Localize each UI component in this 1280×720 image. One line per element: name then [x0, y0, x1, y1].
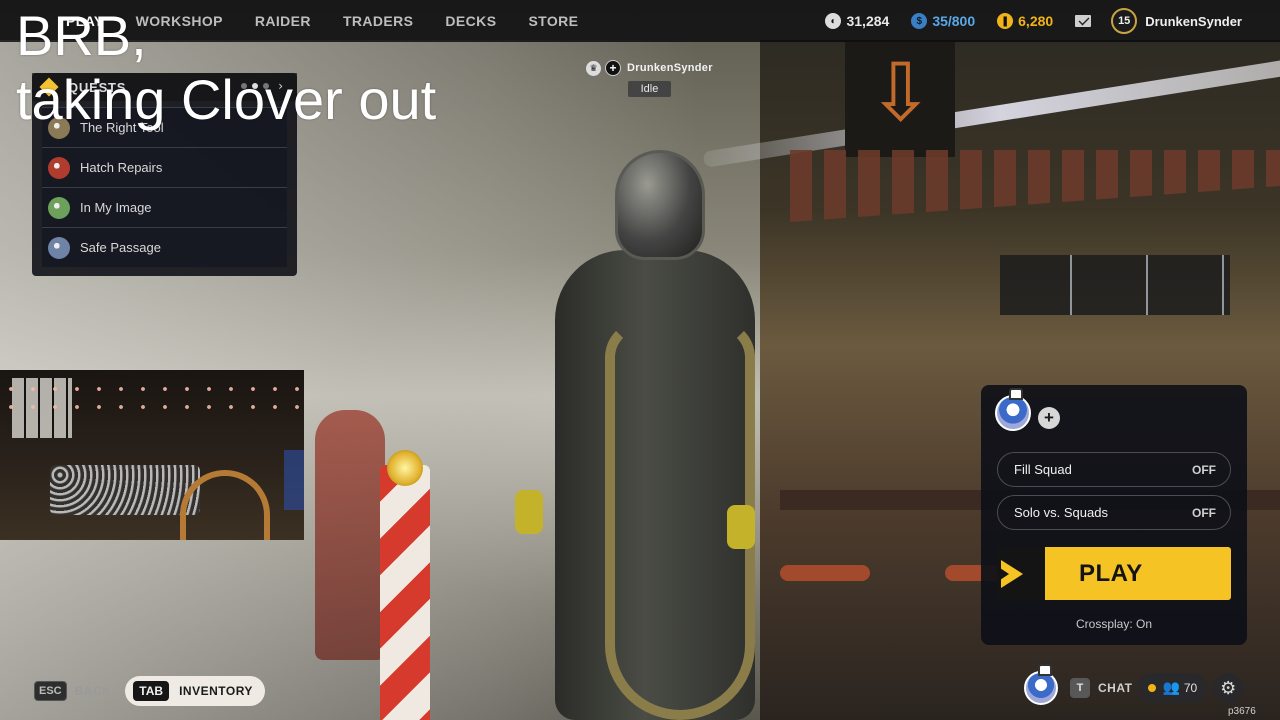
tokens-counter[interactable]: $ 35/800	[911, 13, 975, 29]
monitor-glow	[284, 450, 304, 510]
warning-lamp	[387, 450, 423, 486]
main-nav: PLAY WORKSHOP RAIDER TRADERS DECKS STORE	[0, 0, 610, 42]
back-button[interactable]: BACK	[75, 684, 112, 698]
friends-online-count: 70	[1183, 681, 1198, 695]
solo-vs-squads-toggle[interactable]: Solo vs. Squads OFF	[997, 495, 1231, 530]
quest-diamond-icon	[39, 77, 59, 97]
nav-item-traders[interactable]: TRADERS	[343, 13, 413, 29]
pager-dot	[241, 83, 248, 89]
raider-character	[515, 150, 785, 720]
webcam-feed	[0, 370, 304, 540]
add-friend-icon[interactable]: +	[605, 60, 621, 76]
tokens-value: 35/800	[932, 13, 976, 29]
crossplay-status: Crossplay: On	[1075, 617, 1153, 631]
character-helmet	[615, 150, 705, 260]
inventory-button[interactable]: TAB INVENTORY	[125, 676, 265, 706]
quest-name: The Right Tool	[80, 120, 164, 135]
fill-squad-toggle[interactable]: Fill Squad OFF	[997, 452, 1231, 487]
quest-item[interactable]: Hatch Repairs	[42, 147, 287, 187]
nav-item-workshop[interactable]: WORKSHOP	[136, 13, 223, 29]
nav-item-raider[interactable]: RAIDER	[255, 13, 311, 29]
friends-button[interactable]: 👥 70	[1138, 673, 1208, 703]
esc-keycap: ESC	[34, 681, 67, 701]
quest-item[interactable]: The Right Tool	[42, 107, 287, 147]
arrow-sign	[845, 42, 955, 157]
pager-dot	[263, 83, 270, 89]
invite-plus-icon[interactable]: +	[1038, 407, 1060, 429]
profile-username[interactable]: DrunkenSynder	[1145, 14, 1242, 29]
pager-dot-active	[252, 83, 259, 89]
quests-title: QUESTS	[68, 79, 127, 95]
inventory-label: INVENTORY	[179, 684, 253, 698]
mail-icon[interactable]	[1075, 15, 1092, 27]
quest-item[interactable]: In My Image	[42, 187, 287, 227]
option-value: OFF	[1192, 462, 1216, 477]
build-id: p3676	[1228, 706, 1256, 717]
play-label: PLAY	[1079, 559, 1143, 587]
bottom-left-controls: ESC BACK TAB INVENTORY	[34, 676, 265, 706]
option-label: Solo vs. Squads	[1014, 505, 1108, 520]
tab-keycap: TAB	[133, 681, 170, 701]
quests-pager[interactable]: ›	[241, 80, 283, 92]
quests-header[interactable]: QUESTS ›	[32, 73, 297, 101]
quest-item[interactable]: Safe Passage	[42, 227, 287, 267]
quest-thumbnail-icon	[48, 236, 70, 259]
option-label: Fill Squad	[1014, 462, 1072, 477]
credits-value: 6,280	[1018, 13, 1054, 29]
play-button[interactable]: PLAY	[997, 547, 1231, 600]
bar-stool	[780, 565, 870, 581]
chevron-right-icon[interactable]: ›	[278, 80, 283, 92]
option-value: OFF	[1192, 505, 1216, 520]
tv-screens	[1000, 255, 1230, 315]
striped-barrier-pole	[380, 465, 430, 720]
friends-icon: 👥	[1162, 680, 1180, 696]
nav-item-play[interactable]: PLAY	[66, 13, 104, 29]
quest-thumbnail-icon	[48, 196, 70, 219]
string-lights	[0, 380, 304, 420]
quest-thumbnail-icon	[48, 156, 70, 179]
currency-bar: ◐ 31,284 $ 35/800 ❚ 6,280 15 DrunkenSynd…	[825, 0, 1280, 42]
quest-thumbnail-icon	[48, 116, 70, 139]
player-name: DrunkenSynder	[627, 62, 713, 74]
quest-name: In My Image	[80, 200, 152, 215]
coin-icon: ◐	[825, 13, 842, 29]
online-status-icon	[1148, 684, 1157, 692]
coins-value: 31,284	[846, 13, 890, 29]
top-navigation-bar: PLAY WORKSHOP RAIDER TRADERS DECKS STORE ◐ 31…	[0, 0, 1280, 42]
gear-icon[interactable]: ⚙	[1213, 673, 1244, 703]
player-nameplate: ♛ + DrunkenSynder	[586, 60, 713, 76]
squad-leader-slot[interactable]	[995, 388, 1033, 433]
nav-item-store[interactable]: STORE	[528, 13, 578, 29]
character-glove	[727, 505, 755, 549]
quest-name: Safe Passage	[80, 240, 161, 255]
nav-item-decks[interactable]: DECKS	[445, 13, 496, 29]
token-icon: $	[911, 13, 928, 29]
avatar	[995, 388, 1031, 431]
credits-counter[interactable]: ❚ 6,280	[997, 13, 1053, 29]
quest-name: Hatch Repairs	[80, 160, 163, 175]
quest-list: The Right Tool Hatch Repairs In My Image Sa…	[42, 107, 297, 267]
coins-counter[interactable]: ◐ 31,284	[825, 13, 889, 29]
play-chevron-icon	[997, 547, 1045, 600]
credits-icon: ❚	[997, 13, 1014, 29]
chat-button[interactable]: CHAT	[1098, 681, 1132, 695]
character-glove	[515, 490, 543, 534]
avatar[interactable]	[1024, 664, 1058, 705]
chat-keycap: T	[1070, 678, 1090, 698]
squad-panel: + Fill Squad OFF Solo vs. Squads OFF PLA…	[981, 385, 1247, 645]
quests-panel: QUESTS › The Right Tool Hatch Repairs In M…	[32, 73, 297, 276]
bottom-right-controls: T CHAT 👥 70 ⚙	[1024, 664, 1244, 708]
room-couch	[50, 465, 200, 515]
player-status: Idle	[628, 81, 671, 97]
crown-icon: ♛	[586, 60, 601, 76]
background-npc	[315, 410, 385, 660]
player-level-badge[interactable]: 15	[1111, 8, 1138, 34]
